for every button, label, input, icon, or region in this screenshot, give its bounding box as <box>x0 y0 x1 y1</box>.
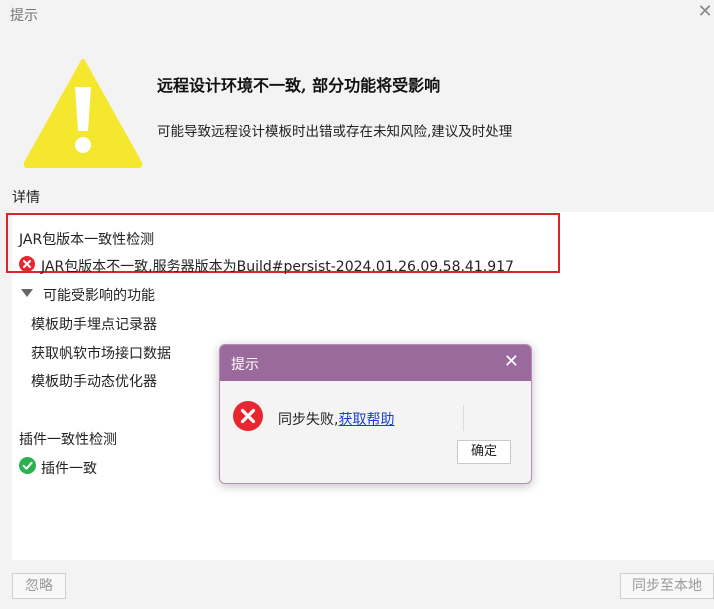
plugin-check-title: 插件一致性检测 <box>19 432 117 448</box>
headline-text: 远程设计环境不一致, 部分功能将受影响 <box>157 76 441 95</box>
affected-features-title[interactable]: 可能受影响的功能 <box>43 285 155 305</box>
window-title: 提示 <box>10 8 38 24</box>
ignore-button[interactable]: 忽略 <box>12 573 66 599</box>
affected-feature-item: 模板助手动态优化器 <box>31 374 157 390</box>
window-titlebar: 提示 ✕ <box>0 0 714 26</box>
plugin-check-result: 插件一致 <box>41 461 97 477</box>
jar-check-title: JAR包版本一致性检测 <box>19 232 155 248</box>
sync-to-local-button[interactable]: 同步至本地 <box>620 573 714 599</box>
error-icon <box>233 401 263 431</box>
dialog-title: 提示 <box>231 357 259 373</box>
dialog-message: 同步失败,获取帮助 <box>278 409 394 429</box>
jar-check-error: JAR包版本不一致,服务器版本为Build#persist-2024.01.26… <box>41 259 514 275</box>
affected-feature-item: 获取帆软市场接口数据 <box>31 346 171 362</box>
error-icon <box>19 256 35 272</box>
window-close-icon[interactable]: ✕ <box>696 1 714 22</box>
sync-failed-dialog: 提示 ✕ 同步失败,获取帮助 确定 <box>219 344 532 484</box>
affected-feature-item: 模板助手埋点记录器 <box>31 317 157 333</box>
get-help-link[interactable]: 获取帮助 <box>338 412 394 428</box>
subline-text: 可能导致远程设计模板时出错或存在未知风险,建议及时处理 <box>157 124 513 140</box>
dialog-close-icon[interactable]: ✕ <box>504 351 519 372</box>
dialog-divider <box>463 405 464 431</box>
details-label: 详情 <box>12 190 40 206</box>
dialog-header: 提示 ✕ <box>220 345 531 381</box>
warning-icon <box>23 59 143 168</box>
dialog-message-text: 同步失败, <box>278 412 339 428</box>
confirm-button[interactable]: 确定 <box>457 440 511 464</box>
collapse-triangle-icon[interactable] <box>21 289 33 297</box>
success-check-icon <box>19 457 36 474</box>
